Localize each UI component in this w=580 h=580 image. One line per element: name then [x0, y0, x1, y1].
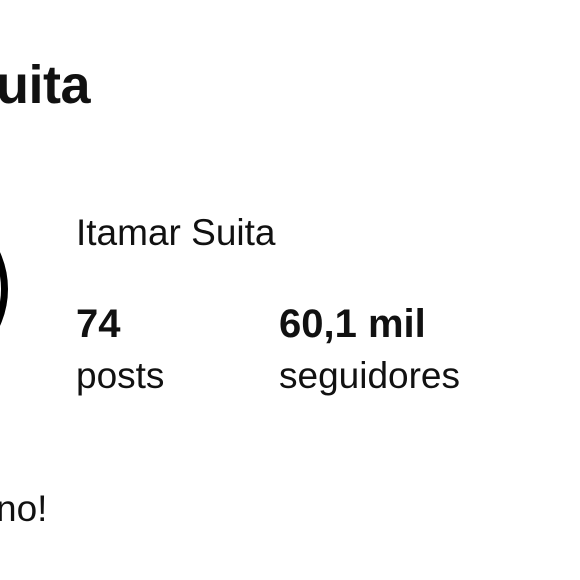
- profile-username-title: uita: [0, 55, 91, 115]
- profile-bio: no!: [0, 488, 48, 529]
- avatar[interactable]: [0, 200, 8, 378]
- profile-page: uita Itamar Suita 74 posts 60,1 mil segu…: [0, 0, 580, 580]
- followers-count: 60,1 mil: [279, 302, 426, 346]
- followers-stat[interactable]: 60,1 mil seguidores: [279, 304, 460, 394]
- posts-label: posts: [76, 355, 165, 396]
- profile-full-name: Itamar Suita: [76, 212, 276, 253]
- posts-count: 74: [76, 302, 121, 346]
- followers-label: seguidores: [279, 355, 461, 396]
- posts-stat[interactable]: 74 posts: [76, 304, 164, 394]
